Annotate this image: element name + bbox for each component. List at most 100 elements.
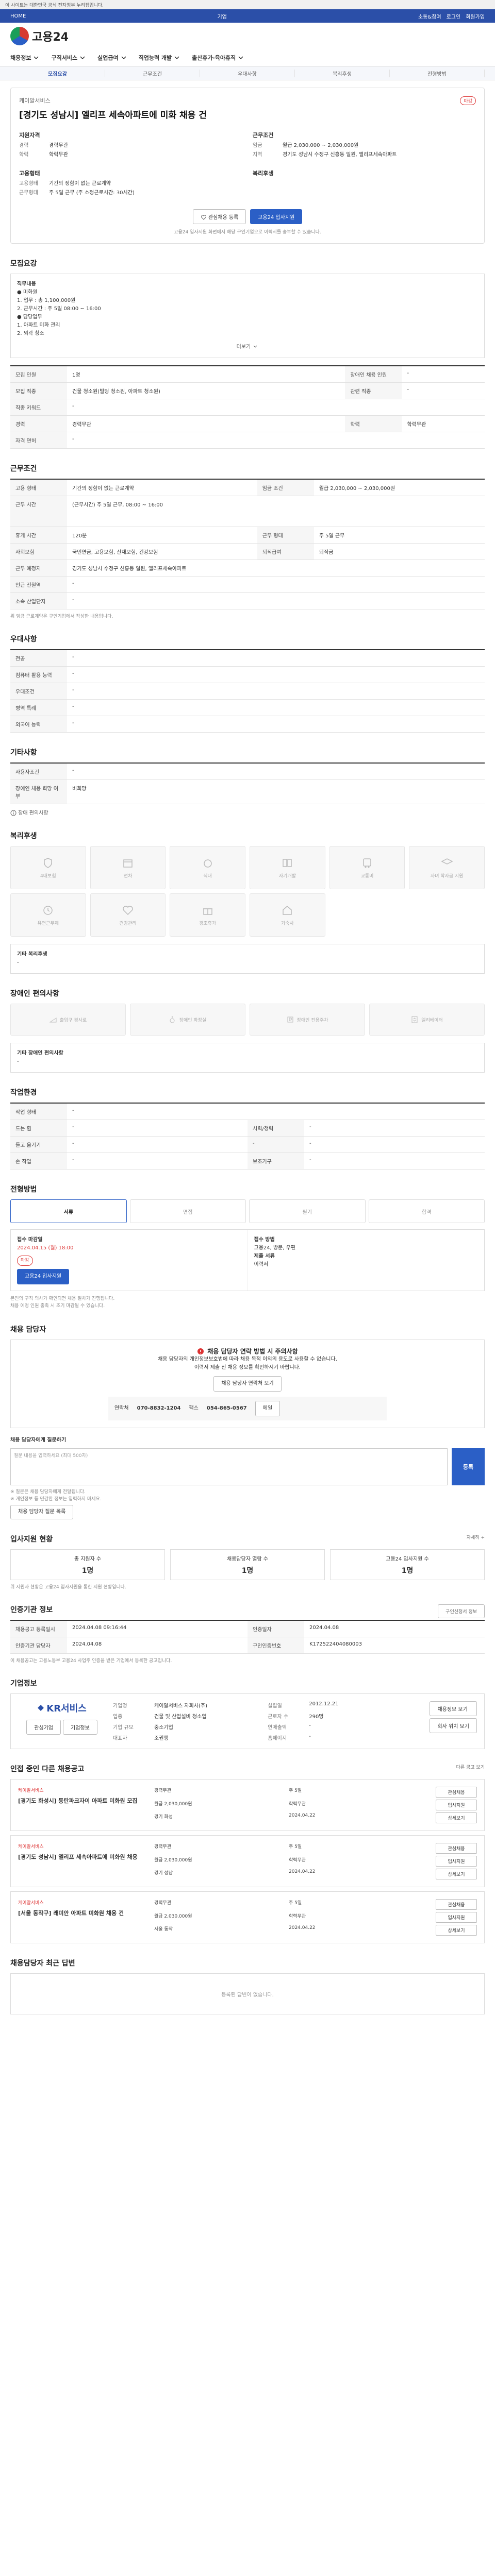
gnb-item-unemployment[interactable]: 실업급여 [97,54,127,62]
similar-item[interactable]: 케이알서비스 [경기도 화성시] 동탄파크자이 아파트 미화원 모집 경력무관 주 … [10,1779,485,1831]
method-title: 접수 방법 [254,1237,275,1243]
stats-more-link[interactable]: 자세히 + [467,1534,485,1540]
method-line: 제출 서류 [254,1253,275,1259]
workenv-title: 작업환경 [10,1089,37,1097]
cond-heading: 근무조건 [253,132,274,139]
similar-detail-button[interactable]: 상세보기 [436,1812,477,1823]
chevron-down-icon [121,56,126,60]
similar-item[interactable]: 케이알서비스 [경기도 성남시] 엘리프 세속아파트에 미화원 채용 경력무관 주 … [10,1835,485,1887]
util-link-login[interactable]: 로그인 [447,12,461,20]
stat-label: 고용24 입사지원 수 [386,1556,429,1562]
welfare-tile: 유연근무제 [10,893,86,937]
similar-detail-button[interactable]: 상세보기 [436,1925,477,1936]
cond-key: 임금 [253,143,262,148]
tab-pref[interactable]: 우대사항 [200,69,295,77]
similar-job-title[interactable]: [경기도 화성시] 동탄파크자이 아파트 미화원 모집 [18,1798,138,1804]
row-key: 채용공고 등록일시 [10,1621,67,1637]
phone-value: 070-8832-1204 [137,1405,181,1411]
welfare-label: 유연근무제 [37,921,59,926]
jobinfo-more-button[interactable]: 구인신청서 정보 [438,1604,485,1618]
similar-item[interactable]: 케이알서비스 [서울 동작구] 래미안 아파트 미화원 채용 건 경력무관 주 5일… [10,1891,485,1943]
tab-work[interactable]: 근무조건 [105,69,200,77]
job-desc-box: 직무내용 ● 미화원 1. 업무 : 총 1,100,000원 2. 근무시간 … [10,274,485,358]
company-title: 기업정보 [10,1680,37,1688]
pref-section: 우대사항 전공 - 컴퓨터 활용 능력 - 우대조건 - 병역 특례 - 외국어 능력 - [10,634,485,733]
similar-apply-button[interactable]: 입사지원 [436,1800,477,1810]
tab-process[interactable]: 전형방법 [390,69,485,77]
graduation-icon [440,858,453,865]
pref-title: 우대사항 [10,635,37,643]
util-link-community[interactable]: 소통&참여 [418,12,441,20]
company-name[interactable]: 케이알서비스 [19,96,207,105]
question-submit-button[interactable]: 등록 [452,1448,485,1485]
row-key: 관련 직종 [345,382,402,399]
row-key: 인증기관 담당자 [10,1637,67,1654]
process-step: 필기 [249,1199,366,1223]
company-map-button[interactable]: 회사 위치 보기 [430,1718,477,1733]
warn-text: 채용 담당자 연락 방법 시 주의사항 [207,1348,298,1355]
company-jobs-button[interactable]: 채용정보 보기 [430,1701,477,1716]
table-row: 고용 형태 기간의 정함이 없는 근로계약 임금 조건 월급 2,030,000 ~ … [10,479,485,496]
fav-company-button[interactable]: 관심기업 [26,1720,61,1735]
row-key: 직종 키워드 [10,399,67,416]
brand-name[interactable]: 고용24 [32,28,69,44]
method-line: 고용24, 방문, 우편 [254,1245,296,1251]
gift-icon [203,908,212,915]
row-value: 건물 청소원(빌딩 청소원, 아파트 청소원) [67,382,345,399]
disability-link[interactable]: 장애 편의사항 [10,808,485,816]
phone-key: 연락처 [114,1405,129,1411]
gnb-item-jobseeker[interactable]: 구직서비스 [51,54,86,62]
util-link-signup[interactable]: 회원가입 [466,12,485,20]
row-value: - [67,1136,248,1153]
similar-title: 인접 중인 다른 채용공고 [10,1765,85,1773]
employ-key: 고용형태 [19,181,38,187]
workenv-section: 작업환경 작업 형태 - 드는 힘 - 시력/청력 - 들고 옮기기 - - - 손 작업 - 보… [10,1087,485,1170]
gnb-item-training[interactable]: 직업능력 개발 [139,54,181,62]
similar-apply-button[interactable]: 입사지원 [436,1912,477,1923]
similar-fav-button[interactable]: 관심채용 [436,1899,477,1910]
similar-fav-button[interactable]: 관심채용 [436,1843,477,1854]
gnb-item-jobs[interactable]: 채용정보 [10,54,40,62]
gnb-item-leave[interactable]: 출산휴가·육아휴직 [192,54,244,62]
home-link[interactable]: HOME [10,13,26,19]
stat-value: 1명 [401,1566,414,1575]
similar-apply-button[interactable]: 입사지원 [436,1856,477,1867]
similar-detail-button[interactable]: 상세보기 [436,1869,477,1879]
apply-button[interactable]: 고용24 입사지원 [250,209,303,224]
question-input[interactable]: 질문 내용을 입력하세요 (최대 500자) [10,1448,448,1485]
row-value: - [67,666,485,683]
row-value: 조권행 [154,1736,169,1741]
recent-empty: 등록된 답변이 없습니다. [10,1973,485,2014]
mail-button[interactable]: 메일 [255,1401,280,1416]
similar-job-title[interactable]: [경기도 성남시] 엘리프 세속아파트에 미화원 채용 [18,1854,138,1860]
welfare-section: 복리후생 4대보험 연차 식대 자기개발 교통비 자녀 학자금 지원 유연근무제… [10,831,485,974]
question-list-button[interactable]: 채용 담당자 질문 목록 [10,1505,74,1519]
welfare-etc-value: - [17,960,19,965]
company-info-button[interactable]: 기업정보 [63,1720,97,1735]
scrap-button[interactable]: 관심채용 등록 [192,209,246,224]
job-desc-line: ● 미화원 [17,290,38,295]
row-value: - [402,382,485,399]
chevron-down-icon [238,56,243,60]
req-value: 경력무관 [49,143,68,148]
similar-detail: 2024.04.22 [289,1925,316,1931]
similar-more-link[interactable]: 다른 공고 보기 [456,1764,485,1770]
tab-welfare[interactable]: 복리후생 [295,69,390,77]
row-value: 케이알서비스 자회사(주) [154,1703,207,1709]
status-badge: 마감 [460,96,476,105]
alert-icon [197,1348,204,1354]
brand-logo-icon[interactable] [10,27,29,45]
scrap-label: 관심채용 등록 [208,215,239,221]
more-button[interactable]: 더보기 [17,343,478,351]
job-desc-line: 1. 업무 : 총 1,100,000원 [17,298,76,303]
show-contact-button[interactable]: 채용 담당자 연락처 보기 [213,1376,282,1392]
apply-button-2[interactable]: 고용24 입사지원 [17,1269,70,1284]
similar-fav-button[interactable]: 관심채용 [436,1787,477,1798]
tab-recruit[interactable]: 모집요강 [10,69,105,77]
row-key: 퇴직급여 [257,543,314,560]
kr-logo-icon [38,1705,44,1711]
gnb-label: 직업능력 개발 [138,55,172,61]
stat-value: 1명 [241,1566,254,1575]
job-desc-line: 2. 근무시간 : 주 5일 08:00 ~ 16:00 [17,306,101,312]
similar-job-title[interactable]: [서울 동작구] 래미안 아파트 미화원 채용 건 [18,1910,124,1917]
